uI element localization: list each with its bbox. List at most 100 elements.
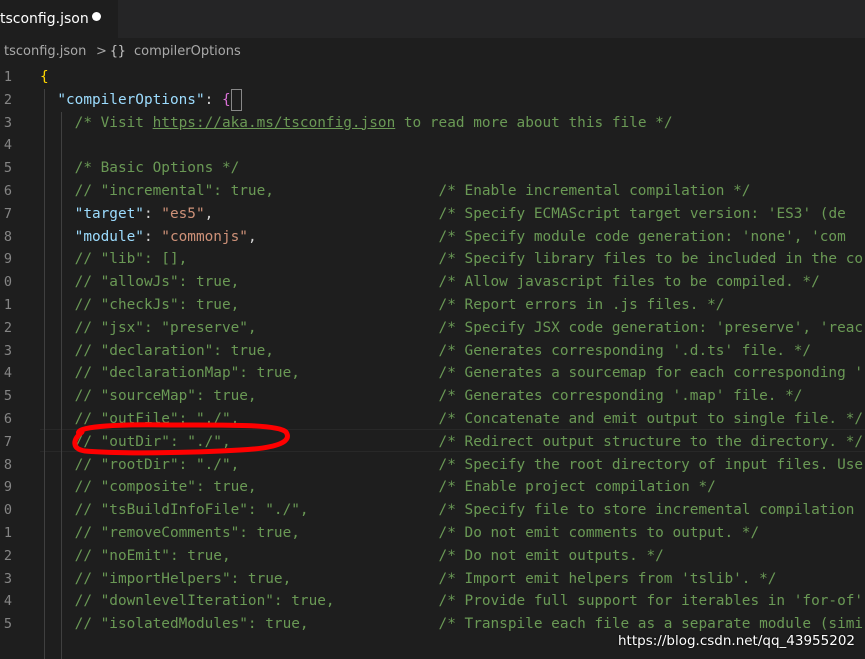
code-line[interactable]: // "tsBuildInfoFile": "./", /* Specify f… <box>40 499 863 522</box>
code-token: { <box>221 91 231 108</box>
code-token: // "outFile": "./", /* Concatenate and e… <box>40 411 864 427</box>
code-token: // "incremental": true, /* Enable increm… <box>40 183 751 199</box>
code-line[interactable]: // "outDir": "./", /* Redirect output st… <box>40 431 863 454</box>
line-number: 3 <box>3 570 12 587</box>
line-number: 0 <box>3 274 12 291</box>
code-line[interactable]: // "allowJs": true, /* Allow javascript … <box>40 271 820 294</box>
code-line[interactable]: // "sourceMap": true, /* Generates corre… <box>40 385 803 408</box>
breadcrumb-separator-icon: > <box>96 44 107 59</box>
code-token: // "jsx": "preserve", /* Specify JSX cod… <box>40 319 864 336</box>
code-line[interactable]: // "jsx": "preserve", /* Specify JSX cod… <box>40 317 863 340</box>
line-number: 2 <box>3 547 12 564</box>
code-line[interactable]: // "lib": [], /* Specify library files t… <box>40 248 863 271</box>
code-token: // "removeComments": true, /* Do not emi… <box>40 525 760 541</box>
code-token: // "tsBuildInfoFile": "./", /* Specify f… <box>40 502 864 519</box>
code-token: /* Specify ECMAScript target version: 'E… <box>438 205 846 222</box>
code-token: "module" <box>74 228 144 245</box>
docs-link[interactable]: https://aka.ms/tsconfig.json <box>153 115 396 131</box>
line-number: 1 <box>3 525 12 541</box>
tab-tsconfig[interactable]: tsconfig.json <box>0 0 118 38</box>
line-number: 4 <box>3 365 12 382</box>
object-braces-icon: {} <box>110 44 126 59</box>
code-token: // "lib": [], /* Specify library files t… <box>40 251 864 268</box>
code-token: /* Specify module code generation: 'none… <box>438 228 846 245</box>
code-line[interactable]: // "removeComments": true, /* Do not emi… <box>40 522 759 545</box>
line-number: 3 <box>3 114 12 131</box>
code-token: // "composite": true, /* Enable project … <box>40 479 716 496</box>
code-area[interactable]: { "compilerOptions": { /* Visit https://… <box>40 66 865 659</box>
line-number: 6 <box>3 411 12 427</box>
code-line[interactable]: // "downlevelIteration": true, /* Provid… <box>40 590 863 613</box>
code-line[interactable]: /* Visit https://aka.ms/tsconfig.json to… <box>40 112 673 135</box>
line-number: 5 <box>3 160 12 177</box>
code-line[interactable]: // "incremental": true, /* Enable increm… <box>40 180 751 203</box>
line-number: 8 <box>3 456 12 473</box>
code-token: "compilerOptions" <box>57 91 205 108</box>
tab-label: tsconfig.json <box>0 11 89 27</box>
code-line[interactable]: "compilerOptions": { <box>40 89 231 112</box>
line-number: 1 <box>3 297 12 313</box>
code-token: // "allowJs": true, /* Allow javascript … <box>40 274 820 291</box>
code-token: // "noEmit": true, /* Do not emit output… <box>40 547 664 564</box>
line-number: 9 <box>3 251 12 268</box>
line-number-gutter: 1 2 3 4 5 6 7 8 9 0 1 2 3 4 5 6 7 8 9 0 1 2 3 4 5 <box>0 66 12 659</box>
line-number: 8 <box>3 228 12 245</box>
code-line[interactable]: // "checkJs": true, /* Report errors in … <box>40 294 725 317</box>
tab-bar: tsconfig.json <box>0 0 865 38</box>
code-token: // "rootDir": "./", /* Specify the root … <box>40 456 864 473</box>
line-number: 4 <box>3 137 12 154</box>
code-token: // "sourceMap": true, /* Generates corre… <box>40 388 803 405</box>
code-token: { <box>40 69 49 85</box>
code-token: : <box>143 228 162 245</box>
code-token: : <box>143 205 162 222</box>
code-token: , <box>247 228 439 245</box>
code-line[interactable]: "target": "es5", /* Specify ECMAScript t… <box>40 203 846 226</box>
code-token: : <box>204 91 222 108</box>
watermark: https://blog.csdn.net/qq_43955202 <box>617 633 855 649</box>
line-number: 4 <box>3 593 12 610</box>
line-number: 9 <box>3 479 12 496</box>
code-token: // "importHelpers": true, /* Import emit… <box>40 570 777 587</box>
code-line[interactable]: { <box>40 66 49 89</box>
code-token: // "checkJs": true, /* Report errors in … <box>40 297 725 313</box>
line-number: 6 <box>3 183 12 199</box>
code-line[interactable]: "module": "commonjs", /* Specify module … <box>40 226 846 249</box>
code-token: // "isolatedModules": true, /* Transpile… <box>40 616 864 633</box>
line-number: 7 <box>3 205 12 222</box>
code-token: "es5" <box>161 205 205 222</box>
breadcrumb-file[interactable]: tsconfig.json <box>4 38 86 66</box>
code-line[interactable]: // "declarationMap": true, /* Generates … <box>40 362 863 385</box>
unsaved-dot-icon[interactable] <box>92 12 101 21</box>
code-token: // "outDir": "./", /* Redirect output st… <box>40 433 864 450</box>
code-line[interactable]: // "outFile": "./", /* Concatenate and e… <box>40 408 863 431</box>
code-line[interactable]: /* Basic Options */ <box>40 157 240 180</box>
code-token: "commonjs" <box>161 228 248 245</box>
code-token: /* Visit <box>40 114 153 131</box>
code-line[interactable]: // "composite": true, /* Enable project … <box>40 476 716 499</box>
line-number: 2 <box>3 91 12 108</box>
code-token: // "declaration": true, /* Generates cor… <box>40 342 812 359</box>
code-token: /* Basic Options */ <box>40 160 240 177</box>
line-number: 2 <box>3 319 12 336</box>
breadcrumb: tsconfig.json > {} compilerOptions <box>0 38 865 66</box>
code-editor[interactable]: 1 2 3 4 5 6 7 8 9 0 1 2 3 4 5 6 7 8 9 0 1 2 3 4 5 { "compilerOpt… <box>0 66 865 659</box>
code-token: // "declarationMap": true, /* Generates … <box>40 365 864 382</box>
line-number: 5 <box>3 616 12 633</box>
line-number: 7 <box>3 433 12 450</box>
code-line[interactable]: // "rootDir": "./", /* Specify the root … <box>40 454 863 477</box>
code-token: to read more about this file */ <box>395 114 673 131</box>
line-number: 0 <box>3 502 12 519</box>
line-number: 1 <box>3 69 12 85</box>
code-token: // "downlevelIteration": true, /* Provid… <box>40 593 864 610</box>
bracket-match-highlight <box>231 89 242 111</box>
code-token: "target" <box>74 205 144 222</box>
code-token: , <box>204 205 439 222</box>
code-line[interactable]: // "noEmit": true, /* Do not emit output… <box>40 545 664 568</box>
code-line[interactable]: // "declaration": true, /* Generates cor… <box>40 340 811 363</box>
code-line[interactable]: // "importHelpers": true, /* Import emit… <box>40 568 777 591</box>
line-number: 5 <box>3 388 12 405</box>
breadcrumb-object[interactable]: compilerOptions <box>134 38 241 66</box>
